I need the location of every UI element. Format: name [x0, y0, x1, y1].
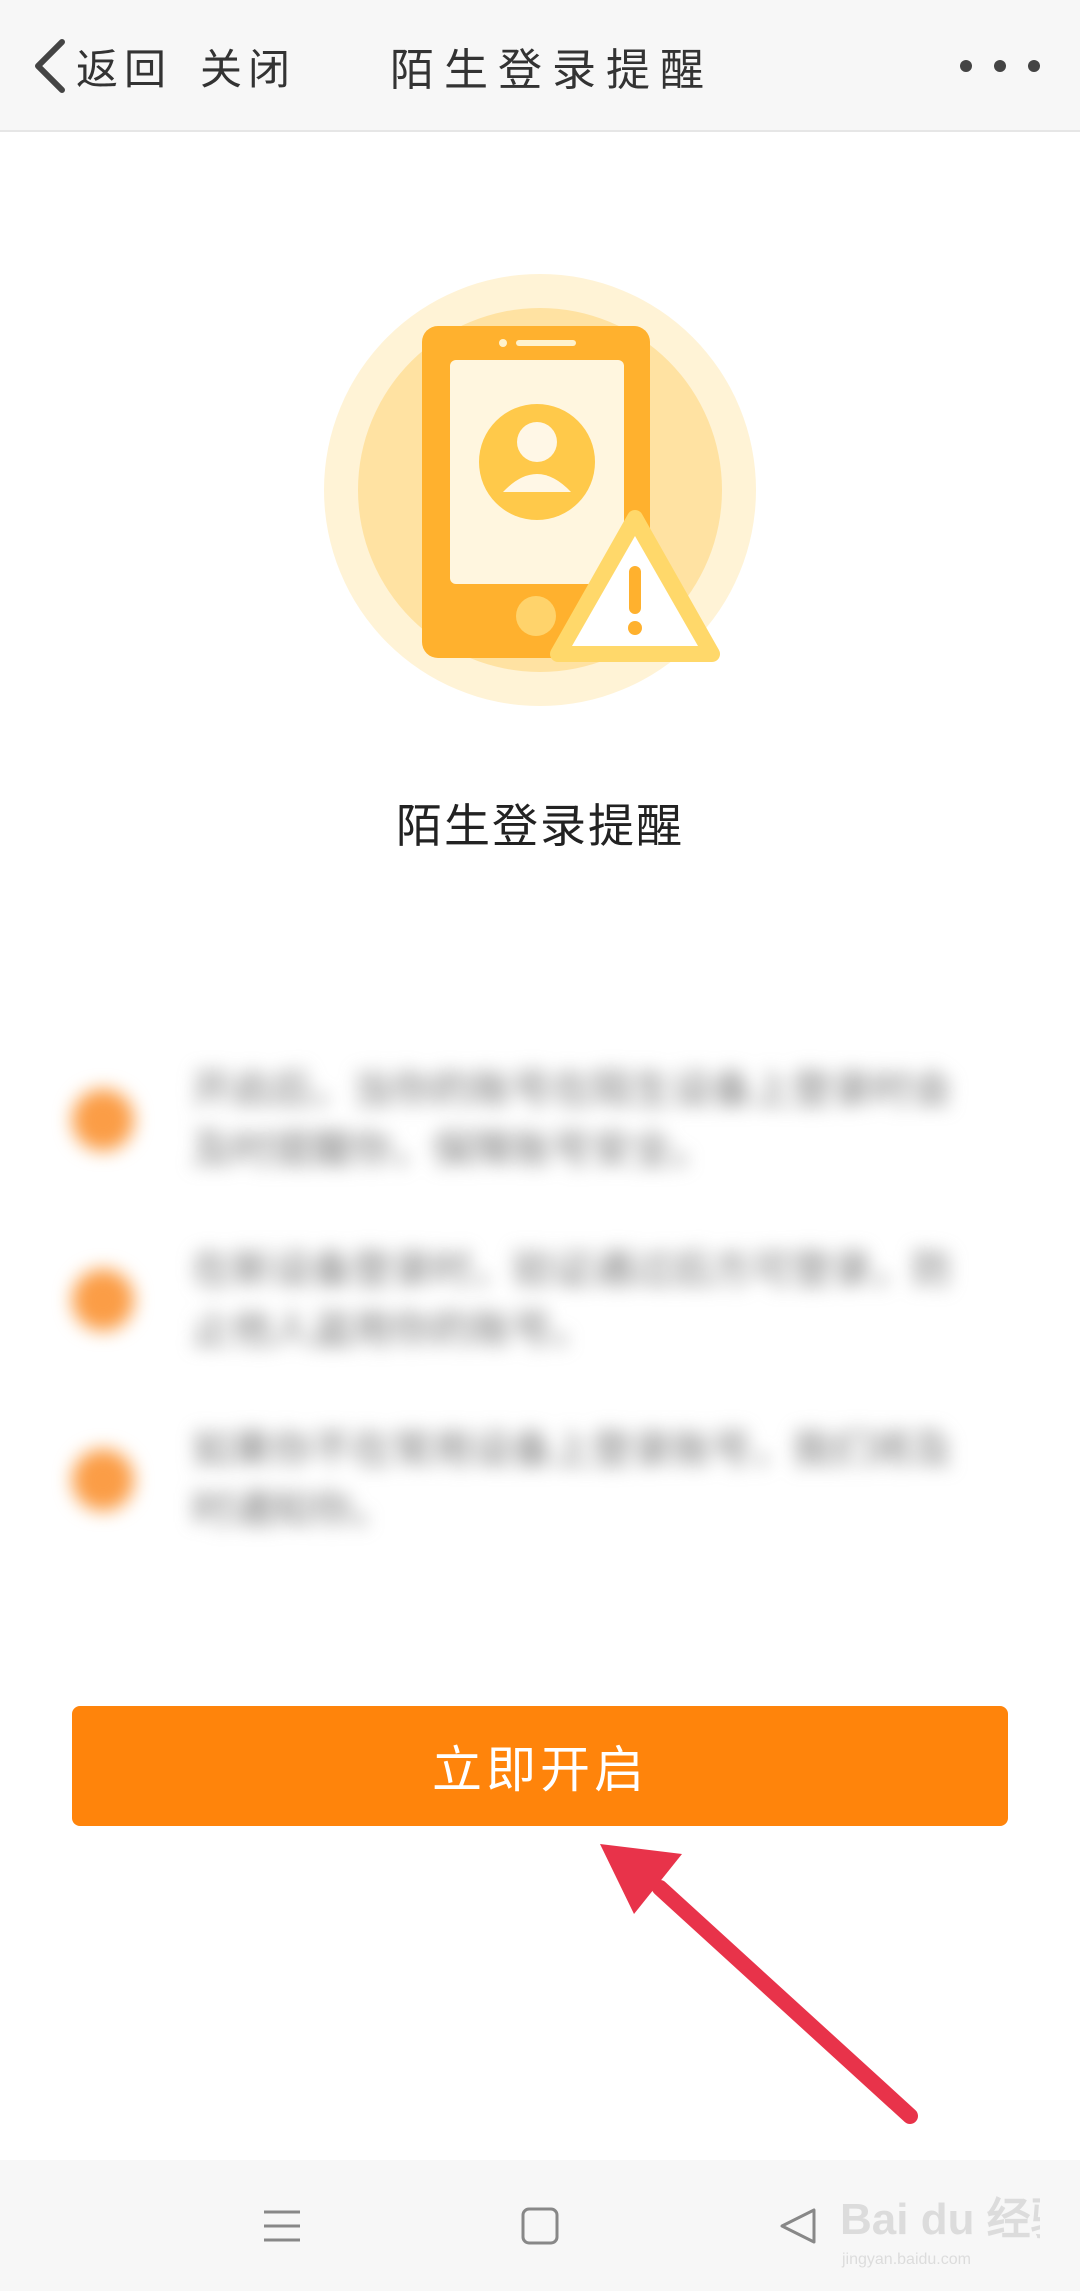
watermark-brand: Bai du 经验: [840, 2195, 1040, 2244]
benefits-list: 开启后，当你的账号在陌生设备上登录时会及时提醒你，保障账号安全。 在新设备登录时…: [72, 1060, 972, 1600]
more-icon[interactable]: [960, 44, 1040, 88]
more-dot: [1028, 60, 1040, 72]
section-heading: 陌生登录提醒: [396, 799, 684, 853]
list-item: 开启后，当你的账号在陌生设备上登录时会及时提醒你，保障账号安全。: [72, 1060, 972, 1180]
annotation-arrow-icon: [600, 1844, 918, 2124]
more-dot: [960, 60, 972, 72]
baidu-watermark: Bai du 经验 jingyan.baidu.com: [840, 2195, 1040, 2268]
back-button[interactable]: 返回: [30, 30, 172, 102]
benefit-text: 开启后，当你的账号在陌生设备上登录时会及时提醒你，保障账号安全。: [192, 1067, 952, 1173]
more-dot: [994, 60, 1006, 72]
bullet-icon: [72, 1449, 134, 1511]
close-label: 关闭: [200, 44, 297, 94]
list-item: 如果你不在常用设备上登录账号，我们将及时通知你。: [72, 1420, 972, 1540]
home-square-icon[interactable]: [508, 2194, 572, 2258]
back-label: 返回: [76, 44, 173, 94]
enable-now-button[interactable]: 立即开启: [72, 1706, 1008, 1826]
back-triangle-shape: [780, 2208, 816, 2244]
menu-icon[interactable]: [250, 2194, 314, 2258]
page-title: 陌生登录提醒: [390, 45, 714, 96]
back-triangle-icon[interactable]: [766, 2194, 830, 2258]
watermark-url: jingyan.baidu.com: [841, 2251, 971, 2268]
benefit-text: 如果你不在常用设备上登录账号，我们将及时通知你。: [192, 1427, 952, 1533]
phone-warning-icon: [324, 274, 756, 706]
chevron-left-icon: [35, 39, 65, 93]
close-button[interactable]: 关闭: [200, 30, 296, 102]
list-item: 在新设备登录时，验证通过后方可登录，防止他人盗用你的账号。: [72, 1240, 972, 1360]
home-square-shape: [521, 2207, 559, 2245]
bullet-icon: [72, 1269, 134, 1331]
top-bar: 返回 关闭 陌生登录提醒: [0, 0, 1080, 132]
benefit-text: 在新设备登录时，验证通过后方可登录，防止他人盗用你的账号。: [192, 1247, 952, 1353]
menu-lines: [264, 2210, 300, 2242]
bullet-icon: [72, 1089, 134, 1151]
